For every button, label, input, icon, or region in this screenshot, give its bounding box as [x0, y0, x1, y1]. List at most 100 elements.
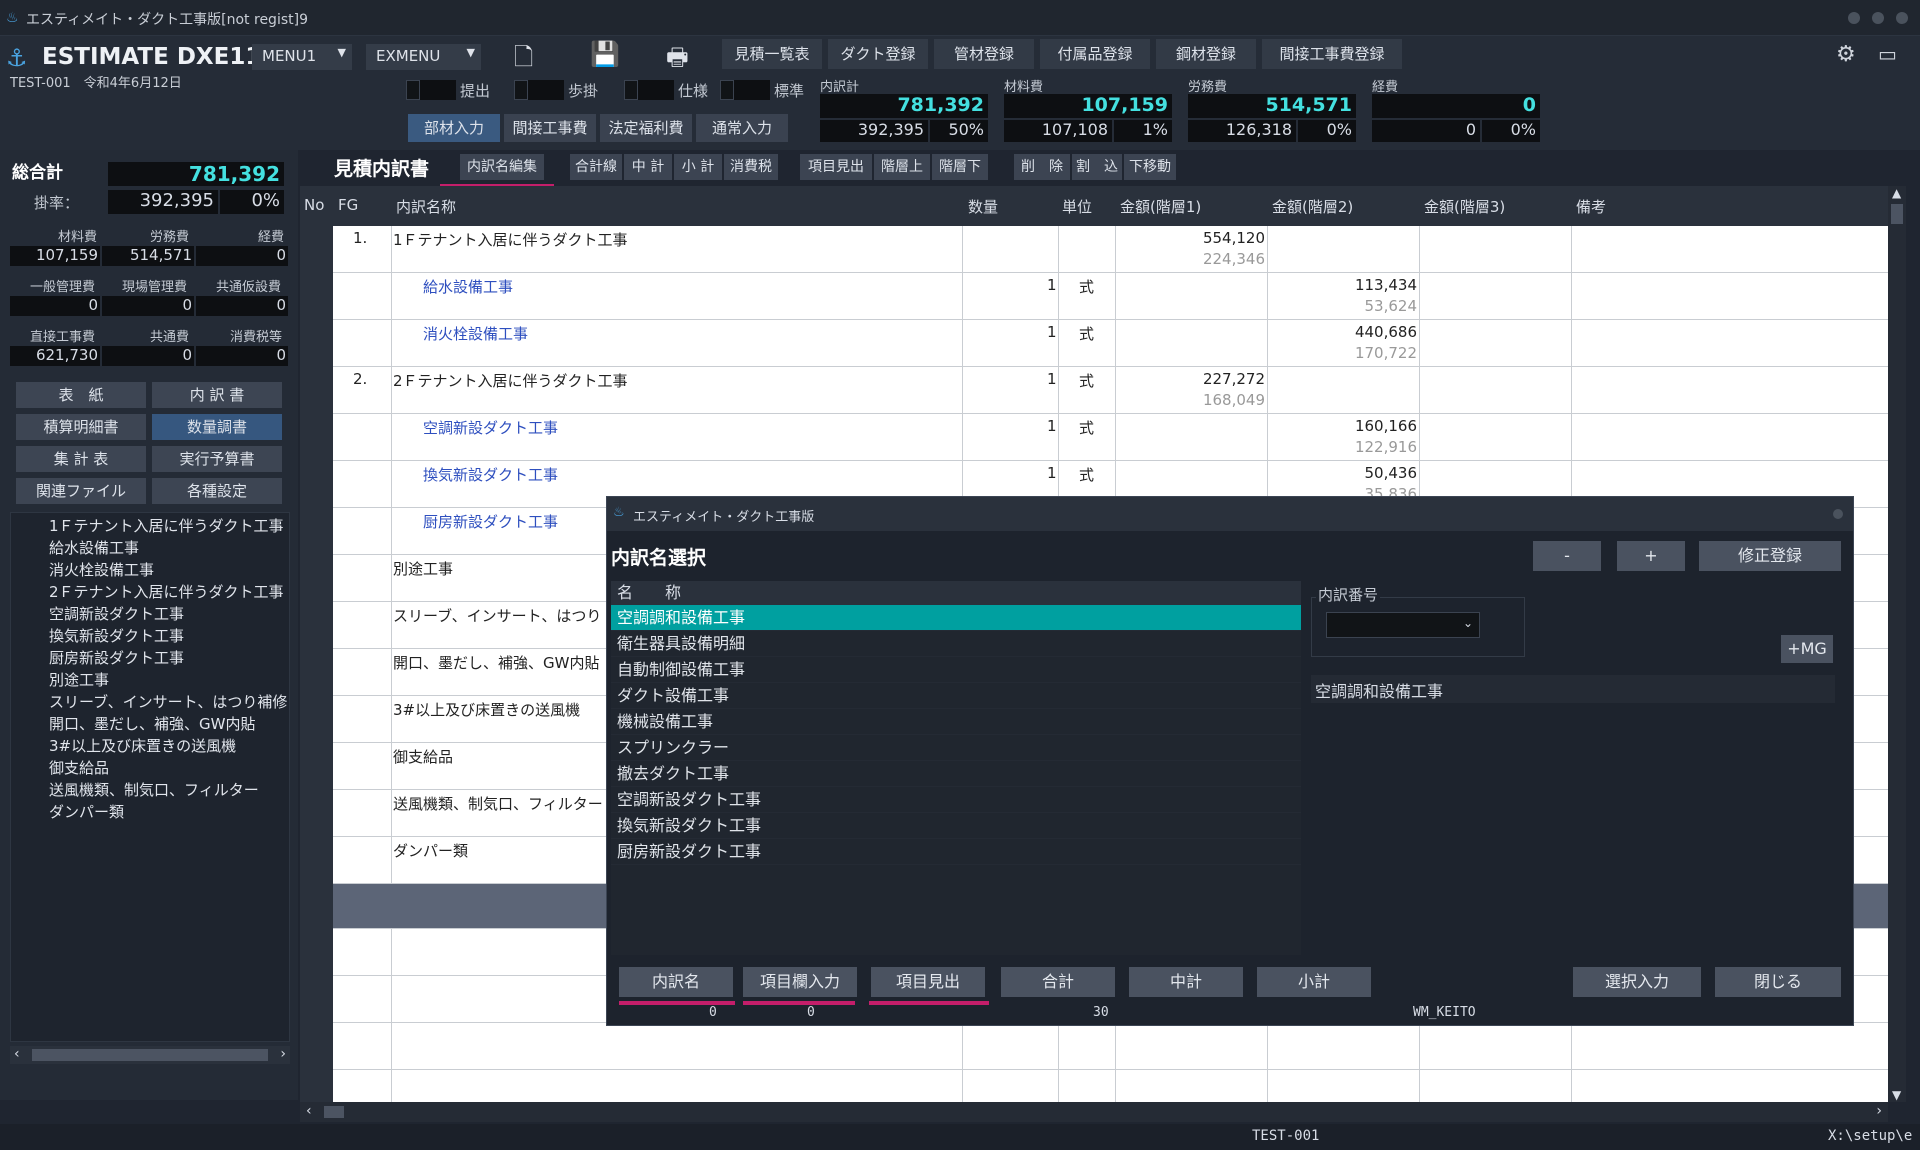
close-button[interactable] — [1896, 12, 1908, 24]
tree-item[interactable]: 開口、墨だし、補強、GW内貼 — [11, 713, 289, 735]
settings-button[interactable]: 各種設定 — [152, 478, 282, 504]
standard-checkbox[interactable] — [720, 80, 734, 100]
item-input-button[interactable]: 項目欄入力 — [743, 967, 857, 997]
related-files-button[interactable]: 関連ファイル — [16, 478, 146, 504]
plus-button[interactable]: + — [1617, 541, 1685, 571]
menu1-dropdown[interactable]: MENU1 ▼ — [252, 44, 352, 70]
total-button[interactable]: 合計 — [1001, 967, 1115, 997]
tree-item[interactable]: 2Ｆテナント入居に伴うダクト工事 — [11, 581, 289, 603]
table-row[interactable]: 1. 1Ｆテナント入居に伴うダクト工事 554,120 224,346 — [333, 226, 1888, 273]
col-amount1[interactable]: 金額(階層1) — [1120, 196, 1201, 217]
cover-button[interactable]: 表 紙 — [16, 382, 146, 408]
number-select[interactable]: ⌄ — [1326, 612, 1480, 638]
quantity-report-button[interactable]: 数量調書 — [152, 414, 282, 440]
maximize-button[interactable] — [1872, 12, 1884, 24]
table-row[interactable]: 2. 2Ｆテナント入居に伴うダクト工事 1 式 227,272 168,049 — [333, 367, 1888, 414]
exmenu-dropdown[interactable]: EXMENU ▼ — [366, 44, 481, 70]
toolbar-steel-register[interactable]: 鋼材登録 — [1156, 39, 1256, 69]
rate-checkbox[interactable] — [514, 80, 528, 100]
toolbar-indirect-register[interactable]: 間接工事費登録 — [1262, 39, 1402, 69]
minus-button[interactable]: - — [1533, 541, 1601, 571]
list-item[interactable]: 厨房新設ダクト工事 — [611, 839, 1301, 865]
budget-button[interactable]: 実行予算書 — [152, 446, 282, 472]
grid-vscroll[interactable]: ▲ ▼ — [1888, 186, 1906, 1102]
toolbar-duct-register[interactable]: ダクト登録 — [828, 39, 928, 69]
save-icon[interactable]: 💾 — [590, 40, 620, 68]
list-item[interactable]: 衛生器具設備明細 — [611, 631, 1301, 657]
mode-normal[interactable]: 通常入力 — [696, 114, 788, 142]
tree-item[interactable]: 御支給品 — [11, 757, 289, 779]
print-icon[interactable]: 🖶 — [666, 40, 689, 81]
mode-parts-input[interactable]: 部材入力 — [408, 114, 500, 142]
table-row[interactable] — [333, 1023, 1888, 1070]
tree-item[interactable]: ダンパー類 — [11, 801, 289, 823]
tree-item[interactable]: 厨房新設ダクト工事 — [11, 647, 289, 669]
tool-delete[interactable]: 削 除 — [1014, 154, 1070, 180]
list-item[interactable]: 空調調和設備工事 — [611, 605, 1301, 631]
grid-hscroll[interactable]: ‹ › — [300, 1102, 1888, 1122]
tool-level-down[interactable]: 階層下 — [932, 154, 988, 180]
breakdown-tree[interactable]: 1Ｆテナント入居に伴うダクト工事 給水設備工事 消火栓設備工事 2Ｆテナント入居… — [10, 512, 290, 1042]
col-qty[interactable]: 数量 — [968, 196, 998, 217]
tree-item[interactable]: 給水設備工事 — [11, 537, 289, 559]
summary-table-button[interactable]: 集 計 表 — [16, 446, 146, 472]
tool-subtotal[interactable]: 小 計 — [674, 154, 722, 180]
tree-item[interactable]: 別途工事 — [11, 669, 289, 691]
mode-indirect[interactable]: 間接工事費 — [504, 114, 596, 142]
name-list[interactable]: 名 称 空調調和設備工事 衛生器具設備明細 自動制御設備工事 ダクト設備工事 機… — [611, 581, 1301, 955]
col-remarks[interactable]: 備考 — [1576, 196, 1606, 217]
col-amount3[interactable]: 金額(階層3) — [1424, 196, 1505, 217]
list-item[interactable]: スプリンクラー — [611, 735, 1301, 761]
toolbar-pipe-register[interactable]: 管材登録 — [934, 39, 1034, 69]
col-unit[interactable]: 単位 — [1062, 196, 1092, 217]
item-heading-button[interactable]: 項目見出 — [871, 967, 985, 997]
col-fg[interactable]: FG — [338, 196, 358, 214]
tree-item[interactable]: 空調新設ダクト工事 — [11, 603, 289, 625]
scroll-thumb[interactable] — [1891, 204, 1903, 224]
list-item[interactable]: 空調新設ダクト工事 — [611, 787, 1301, 813]
chevron-right-icon[interactable]: › — [280, 1046, 286, 1062]
minimize-button[interactable] — [1848, 12, 1860, 24]
modify-register-button[interactable]: 修正登録 — [1699, 541, 1841, 571]
tree-item[interactable]: 3#以上及び床置きの送風機 — [11, 735, 289, 757]
tree-item[interactable]: スリーブ、インサート、はつり補修 — [11, 691, 289, 713]
chevron-down-icon[interactable]: ▼ — [1892, 1088, 1901, 1102]
list-item[interactable]: 換気新設ダクト工事 — [611, 813, 1301, 839]
toolbar-accessory-register[interactable]: 付属品登録 — [1040, 39, 1150, 69]
scroll-thumb[interactable] — [324, 1106, 344, 1118]
col-no[interactable]: No — [304, 196, 324, 214]
chevron-right-icon[interactable]: › — [1876, 1103, 1882, 1119]
midtotal-button[interactable]: 中計 — [1129, 967, 1243, 997]
estimate-detail-button[interactable]: 積算明細書 — [16, 414, 146, 440]
subtotal-button[interactable]: 小計 — [1257, 967, 1371, 997]
tree-hscroll[interactable]: ‹ › — [10, 1046, 290, 1064]
tree-item[interactable]: 送風機類、制気口、フィルター — [11, 779, 289, 801]
list-item[interactable]: ダクト設備工事 — [611, 683, 1301, 709]
spec-checkbox[interactable] — [624, 80, 638, 100]
tool-edit-name[interactable]: 内訳名編集 — [460, 154, 544, 180]
select-input-button[interactable]: 選択入力 — [1573, 967, 1701, 997]
submit-checkbox[interactable] — [406, 80, 420, 100]
tool-move-down[interactable]: 下移動 — [1124, 154, 1176, 180]
chevron-up-icon[interactable]: ▲ — [1892, 186, 1901, 200]
toolbar-estimate-list[interactable]: 見積一覧表 — [722, 39, 822, 69]
tool-midtotal[interactable]: 中 計 — [624, 154, 672, 180]
chevron-left-icon[interactable]: ‹ — [306, 1103, 312, 1119]
list-item[interactable]: 自動制御設備工事 — [611, 657, 1301, 683]
table-row[interactable]: 給水設備工事 1 式 113,434 53,624 — [333, 273, 1888, 320]
name-button[interactable]: 内訳名 — [619, 967, 733, 997]
chevron-left-icon[interactable]: ‹ — [14, 1046, 20, 1062]
tool-tax[interactable]: 消費税 — [724, 154, 778, 180]
list-item[interactable]: 機械設備工事 — [611, 709, 1301, 735]
gear-icon[interactable]: ⚙ — [1836, 42, 1856, 67]
tree-item[interactable]: 1Ｆテナント入居に伴うダクト工事 — [11, 515, 289, 537]
new-file-icon[interactable]: 🗋 — [514, 40, 533, 81]
mode-welfare[interactable]: 法定福利費 — [600, 114, 692, 142]
col-amount2[interactable]: 金額(階層2) — [1272, 196, 1353, 217]
breakdown-button[interactable]: 内 訳 書 — [152, 382, 282, 408]
scroll-thumb[interactable] — [32, 1049, 268, 1061]
col-name[interactable]: 内訳名称 — [396, 196, 456, 217]
table-row[interactable]: 空調新設ダクト工事 1 式 160,166 122,916 — [333, 414, 1888, 461]
tool-item-heading[interactable]: 項目見出 — [800, 154, 872, 180]
table-row[interactable]: 消火栓設備工事 1 式 440,686 170,722 — [333, 320, 1888, 367]
